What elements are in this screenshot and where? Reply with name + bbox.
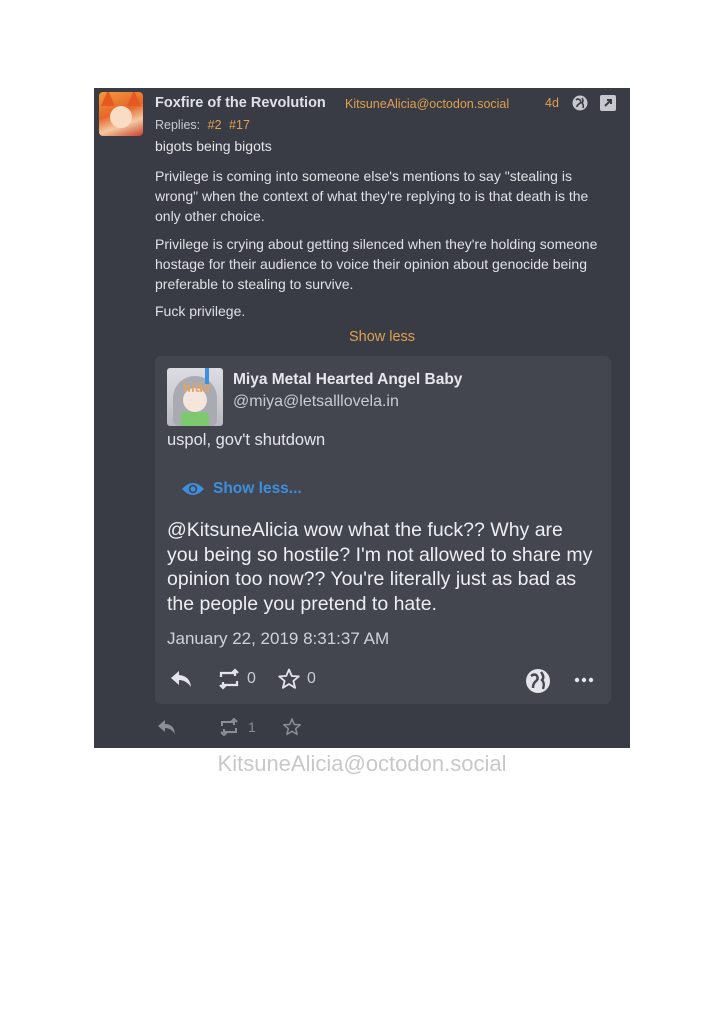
replies-label: Replies:: [155, 118, 201, 132]
globe-icon: [526, 669, 550, 693]
favourite-count: 0: [307, 670, 316, 687]
quoted-show-less-button[interactable]: Show less...: [181, 480, 302, 498]
author-avatar[interactable]: [99, 92, 143, 136]
boost-count: 1: [248, 719, 256, 735]
author-name[interactable]: Foxfire of the Revolution: [155, 95, 326, 111]
more-icon: [574, 677, 594, 683]
post-time[interactable]: 4d: [545, 96, 559, 110]
more-button[interactable]: [573, 668, 595, 692]
boost-icon: [220, 718, 238, 736]
star-icon: [283, 718, 301, 736]
post-paragraph: Privilege is crying about getting silenc…: [155, 236, 598, 292]
reply-button[interactable]: [156, 718, 178, 736]
status-post: Foxfire of the Revolution KitsuneAlicia@…: [94, 88, 630, 748]
favourite-button[interactable]: [282, 718, 302, 736]
post-paragraph: Fuck privilege.: [155, 303, 246, 319]
avatar-ear-left: [101, 92, 115, 106]
post-paragraph: Privilege is coming into someone else's …: [155, 168, 589, 224]
quoted-content-warning: uspol, gov't shutdown: [167, 431, 326, 449]
reply-icon: [171, 671, 191, 687]
thread-line: [205, 368, 209, 384]
reply-link-17[interactable]: #17: [229, 118, 250, 132]
reply-button[interactable]: [169, 668, 193, 690]
replies-line: Replies: #2 #17: [155, 118, 250, 132]
post-action-bar: 1: [156, 718, 356, 742]
avatar-face: [110, 106, 132, 128]
eye-icon: [182, 483, 204, 495]
quoted-avatar[interactable]: hide: [167, 368, 223, 426]
star-icon: [278, 668, 300, 689]
quoted-author-handle[interactable]: @miya@letsalllovela.in: [233, 393, 399, 411]
reply-link-2[interactable]: #2: [208, 118, 222, 132]
favourite-button[interactable]: 0: [277, 668, 316, 690]
quoted-author-name[interactable]: Miya Metal Hearted Angel Baby: [233, 371, 462, 389]
content-warning: bigots being bigots: [155, 138, 272, 154]
visibility-button[interactable]: [525, 668, 551, 694]
quoted-action-bar: 0 0: [167, 668, 599, 694]
globe-icon: [572, 95, 588, 111]
watermark: KitsuneAlicia@octodon.social: [217, 751, 507, 776]
avatar-body: [181, 412, 209, 426]
boost-button[interactable]: 1: [218, 718, 256, 736]
quoted-date[interactable]: January 22, 2019 8:31:37 AM: [167, 629, 389, 649]
boost-icon: [219, 668, 239, 690]
boost-button[interactable]: 0: [217, 668, 256, 690]
quoted-text: @KitsuneAlicia wow what the fuck?? Why a…: [167, 519, 593, 615]
author-handle[interactable]: KitsuneAlicia@octodon.social: [345, 97, 509, 111]
boost-count: 0: [247, 670, 256, 687]
avatar-ear-right: [127, 92, 141, 106]
show-less-label: Show less...: [213, 480, 302, 497]
show-less-button[interactable]: Show less: [94, 329, 670, 345]
quoted-post: hide Miya Metal Hearted Angel Baby @miya…: [155, 356, 611, 704]
external-link-icon[interactable]: [600, 95, 616, 111]
reply-icon: [158, 720, 175, 734]
